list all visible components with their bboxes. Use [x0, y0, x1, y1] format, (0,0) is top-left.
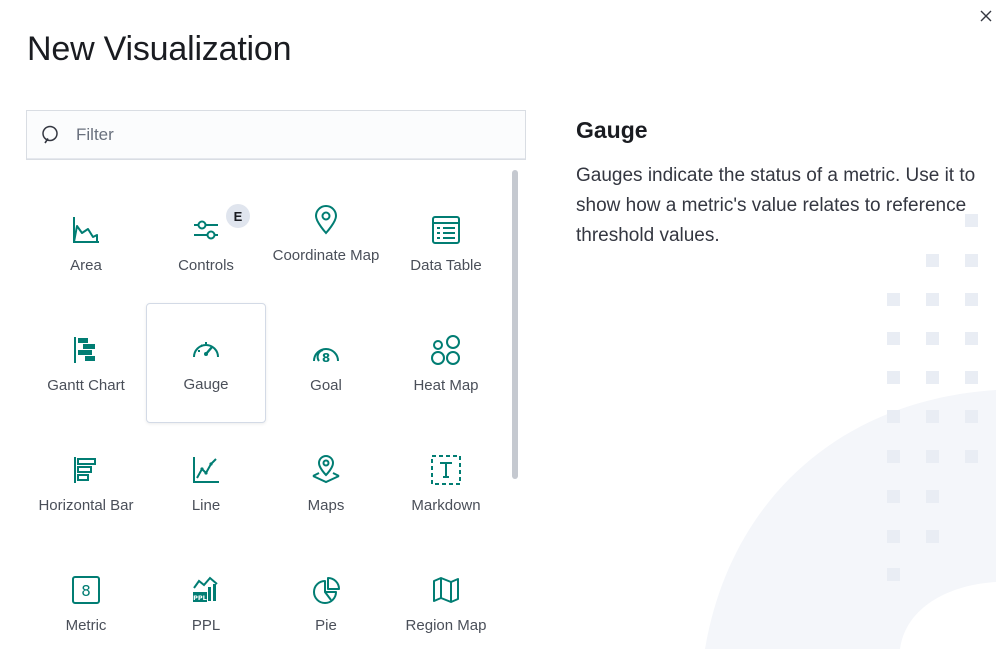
- region-map-icon: [429, 573, 463, 607]
- decorative-background-illustration: [705, 214, 996, 649]
- vis-card-gauge[interactable]: Gauge: [146, 303, 266, 423]
- filter-input[interactable]: [76, 125, 496, 145]
- svg-text:PPL: PPL: [193, 594, 207, 602]
- metric-icon: 8: [69, 573, 103, 607]
- vis-card-goal[interactable]: 8 Goal: [266, 304, 386, 424]
- line-chart-icon: [189, 453, 223, 487]
- close-icon: [980, 10, 992, 22]
- search-icon: [42, 125, 58, 144]
- vis-card-label: Goal: [310, 376, 342, 394]
- vis-card-line[interactable]: Line: [146, 424, 266, 544]
- close-button[interactable]: [976, 6, 996, 26]
- vis-card-horizontal-bar[interactable]: Horizontal Bar: [26, 424, 146, 544]
- vis-card-label: Maps: [307, 496, 345, 514]
- description-text: Gauges indicate the status of a metric. …: [576, 165, 976, 246]
- map-marker-icon: [309, 203, 343, 237]
- vis-card-label: Data Table: [410, 256, 482, 274]
- goal-icon: 8: [309, 333, 343, 367]
- vis-card-pie[interactable]: Pie: [266, 544, 386, 649]
- area-chart-icon: [69, 213, 103, 247]
- data-table-icon: [429, 213, 463, 247]
- vis-card-label: Markdown: [411, 496, 481, 514]
- vis-card-label: Area: [70, 256, 102, 274]
- vis-card-label: Metric: [65, 616, 107, 634]
- vis-card-label: Coordinate Map: [272, 246, 380, 264]
- vis-card-label: PPL: [191, 616, 221, 634]
- vis-card-coordinate-map[interactable]: Coordinate Map: [266, 174, 386, 294]
- vis-card-controls[interactable]: Controls E: [146, 184, 266, 304]
- description-title: Gauge: [576, 117, 648, 143]
- modal-title: New Visualization: [27, 30, 292, 68]
- horizontal-bar-icon: [69, 453, 103, 487]
- vis-card-region-map[interactable]: Region Map: [386, 544, 506, 649]
- markdown-icon: [429, 453, 463, 487]
- vis-card-ppl[interactable]: PPL PPL: [146, 544, 266, 649]
- visualization-grid: Area Controls E Coordinate Map Data Tabl…: [26, 164, 520, 649]
- ppl-icon: PPL: [189, 573, 223, 607]
- experimental-badge: E: [226, 204, 250, 228]
- heat-map-icon: [429, 333, 463, 367]
- vis-card-label: Gantt Chart: [47, 376, 125, 394]
- vis-card-gantt-chart[interactable]: Gantt Chart: [26, 304, 146, 424]
- vis-card-metric[interactable]: 8 Metric: [26, 544, 146, 649]
- vis-card-label: Controls: [178, 256, 234, 274]
- vis-card-markdown[interactable]: Markdown: [386, 424, 506, 544]
- controls-icon: [189, 213, 223, 247]
- vis-card-maps[interactable]: Maps: [266, 424, 386, 544]
- vis-card-label: Heat Map: [413, 376, 479, 394]
- maps-icon: [309, 453, 343, 487]
- vis-card-heat-map[interactable]: Heat Map: [386, 304, 506, 424]
- vis-card-label: Region Map: [405, 616, 487, 634]
- vis-card-data-table[interactable]: Data Table: [386, 184, 506, 304]
- grid-scrollbar[interactable]: [512, 170, 518, 479]
- svg-text:8: 8: [81, 582, 91, 600]
- vis-card-label: Line: [191, 496, 221, 514]
- gauge-icon: [189, 332, 223, 366]
- search-box[interactable]: [26, 110, 526, 160]
- gantt-chart-icon: [69, 333, 103, 367]
- vis-card-area[interactable]: Area: [26, 184, 146, 304]
- vis-card-label: Pie: [315, 616, 337, 634]
- pie-chart-icon: [309, 573, 343, 607]
- vis-card-label: Horizontal Bar: [38, 496, 134, 514]
- svg-text:8: 8: [322, 351, 330, 365]
- vis-card-label: Gauge: [183, 375, 229, 393]
